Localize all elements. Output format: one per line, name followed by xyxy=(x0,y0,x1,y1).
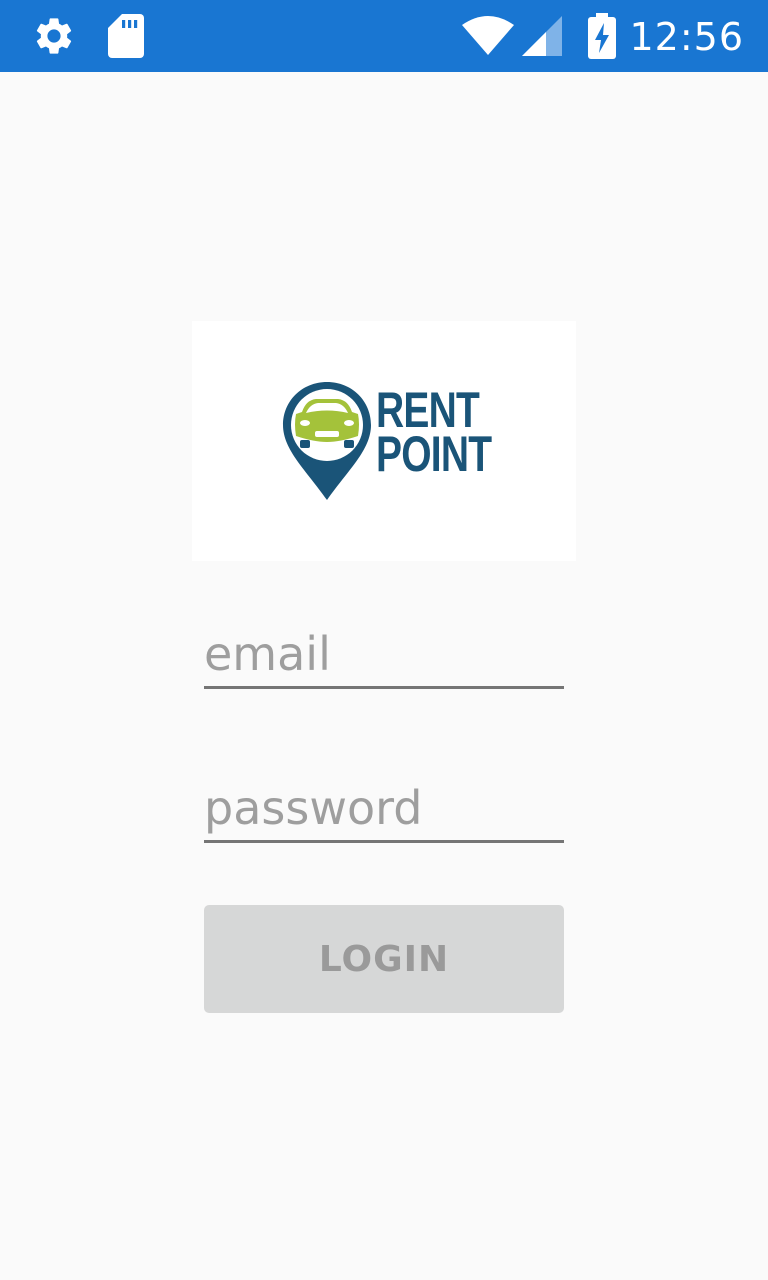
battery-charging-icon xyxy=(584,0,620,72)
status-bar: 12:56 xyxy=(0,0,768,72)
cellular-signal-icon xyxy=(520,0,564,72)
settings-icon xyxy=(30,0,78,72)
logo-wordmark: RENT POINT xyxy=(376,385,492,482)
sd-card-icon xyxy=(104,0,148,72)
password-field[interactable] xyxy=(204,776,564,843)
wifi-icon xyxy=(460,0,516,72)
login-button[interactable]: LOGIN xyxy=(204,905,564,1013)
email-field[interactable] xyxy=(204,622,564,689)
status-time: 12:56 xyxy=(629,15,744,59)
logo-line-point: POINT xyxy=(376,426,492,482)
car-location-pin-icon xyxy=(280,378,374,502)
